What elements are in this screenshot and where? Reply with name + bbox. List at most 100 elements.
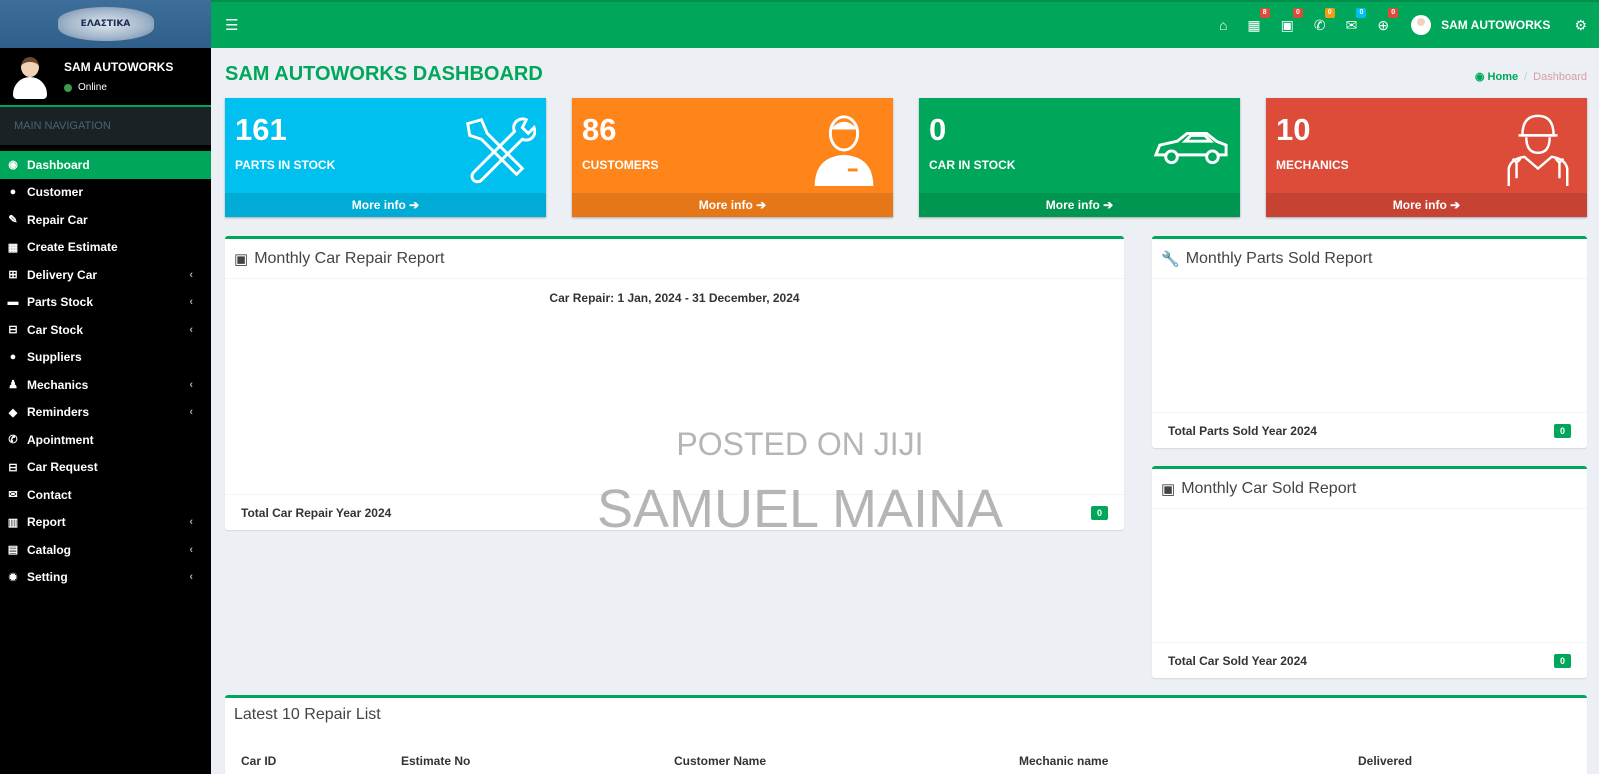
users-icon: ♟ (8, 379, 18, 392)
hamburger-menu-icon[interactable]: ☰ (225, 16, 238, 34)
more-info-link[interactable]: More info ➔ (225, 193, 546, 217)
parts-report-panel: 🔧 Monthly Parts Sold Report Total Parts S… (1152, 236, 1587, 448)
total-badge: 0 (1553, 653, 1571, 668)
calculator-icon: ▦ (7, 241, 19, 254)
sidebar-item-label: Suppliers (27, 350, 82, 365)
stat-label: CUSTOMERS (582, 158, 659, 172)
content: SAM AUTOWORKS DASHBOARD ◉ Home / Dashboard… (225, 48, 1587, 217)
nav-header: MAIN NAVIGATION (0, 107, 211, 145)
total-badge: 0 (1553, 423, 1571, 438)
chevron-left-icon: ‹ (189, 268, 193, 281)
top-icons: ⌂ ▦ 8 ▣ 0 ✆ 0 ✉ 0 ⊕ 0 SAM AUTOWORKS ⚙ (1209, 2, 1599, 48)
user-name: SAM AUTOWORKS (64, 60, 174, 74)
sidebar-item-reminders[interactable]: ◆ Reminders ‹ (0, 399, 211, 427)
sidebar-item-parts-stock[interactable]: ▬ Parts Stock ‹ (0, 289, 211, 317)
gear-icon: ✹ (8, 571, 18, 584)
column-header[interactable]: Mechanic name (1019, 754, 1108, 768)
sidebar-item-label: Create Estimate (27, 240, 118, 255)
user-icon: ● (9, 186, 17, 199)
sidebar-item-setting[interactable]: ✹ Setting ‹ (0, 564, 211, 592)
total-label: Total Car Sold Year 2024 (1168, 653, 1307, 668)
stat-value: 0 (929, 112, 947, 147)
sidebar-item-catalog[interactable]: ▤ Catalog ‹ (0, 536, 211, 564)
sidebar-item-label: Report (27, 515, 66, 530)
car-icon: ▣ (1161, 480, 1176, 498)
stat-label: MECHANICS (1276, 158, 1349, 172)
phone-badge: 0 (1324, 7, 1335, 18)
calculator-icon[interactable]: ▦ 8 (1247, 7, 1270, 34)
sidebar-item-car-stock[interactable]: ⊟ Car Stock ‹ (0, 316, 211, 344)
more-info-link[interactable]: More info ➔ (919, 193, 1240, 217)
column-header[interactable]: Estimate No (401, 754, 470, 768)
online-dot-icon (64, 83, 72, 92)
sidebar-menu: ◉ Dashboard ● Customer ✎ Repair Car ▦ Create Es… (0, 151, 211, 591)
brand-logo[interactable]: ΕΛΑΣΤΙΚΑ (0, 0, 211, 48)
sidebar-item-label: Dashboard (27, 157, 90, 172)
stat-value: 86 (582, 112, 617, 147)
wrench-icon: ✎ (8, 214, 18, 227)
car-stock-stat-box: 0 CAR IN STOCK More info ➔ (919, 98, 1240, 217)
car-icon: ⊟ (8, 461, 18, 474)
stat-value: 161 (235, 112, 287, 147)
home-icon[interactable]: ⌂ (1219, 17, 1227, 33)
sidebar-item-label: Apointment (27, 432, 94, 447)
sidebar-item-contact[interactable]: ✉ Contact (0, 481, 211, 509)
more-info-link[interactable]: More info ➔ (1266, 193, 1587, 217)
sidebar-item-customer[interactable]: ● Customer (0, 179, 211, 207)
envelope-icon[interactable]: ✉ 0 (1346, 7, 1367, 34)
car-sold-report-panel: ▣ Monthly Car Sold Report Total Car Sold … (1152, 466, 1587, 678)
sidebar-item-label: Catalog (27, 542, 72, 557)
top-user-menu[interactable]: SAM AUTOWORKS (1411, 15, 1550, 35)
sidebar-item-delivery-car[interactable]: ⊞ Delivery Car ‹ (0, 261, 211, 289)
sidebar-item-report[interactable]: ▥ Report ‹ (0, 509, 211, 537)
stat-value: 10 (1276, 112, 1311, 147)
sidebar-item-apointment[interactable]: ✆ Apointment (0, 426, 211, 454)
car-icon (1153, 131, 1228, 165)
cart-icon: ⊞ (8, 269, 18, 282)
stat-boxes: 161 PARTS IN STOCK More info ➔ 86 CUSTOM… (225, 98, 1587, 217)
sidebar-item-mechanics[interactable]: ♟ Mechanics ‹ (0, 371, 211, 399)
stat-label: CAR IN STOCK (929, 158, 1016, 172)
cart-badge: 0 (1388, 7, 1399, 18)
chevron-left-icon: ‹ (189, 571, 193, 584)
total-label: Total Car Repair Year 2024 (241, 505, 392, 520)
sidebar-item-car-request[interactable]: ⊟ Car Request (0, 454, 211, 482)
panel-title: Latest 10 Repair List (234, 706, 381, 723)
tools-icon (466, 117, 536, 184)
breadcrumb-home[interactable]: ◉ Home (1475, 71, 1518, 83)
chevron-left-icon: ‹ (189, 323, 193, 336)
status-label: Online (78, 82, 107, 93)
user-icon: ● (9, 351, 17, 364)
car-icon: ▣ (234, 250, 249, 268)
sidebar: ΕΛΑΣΤΙΚΑ SAM AUTOWORKS Online MAIN NAVIG… (0, 0, 211, 774)
phone-icon[interactable]: ✆ 0 (1314, 7, 1335, 34)
truck-icon: ▬ (7, 296, 19, 309)
car-badge: 0 (1292, 7, 1303, 18)
file-icon: ▤ (7, 544, 19, 557)
more-info-link[interactable]: More info ➔ (572, 193, 893, 217)
column-header[interactable]: Customer Name (674, 754, 766, 768)
panel-title: Monthly Parts Sold Report (1185, 249, 1373, 267)
sidebar-item-label: Setting (27, 570, 68, 585)
total-badge: 0 (1090, 505, 1108, 520)
column-header[interactable]: Car ID (241, 754, 276, 768)
sidebar-item-create-estimate[interactable]: ▦ Create Estimate (0, 234, 211, 262)
repair-report-panel: ▣ Monthly Car Repair Report Car Repair: 1… (225, 236, 1124, 530)
sidebar-item-repair-car[interactable]: ✎ Repair Car (0, 206, 211, 234)
repair-list-panel: Latest 10 Repair List Car ID Estimate No… (225, 695, 1587, 774)
sidebar-item-label: Car Request (27, 460, 98, 475)
sidebar-item-label: Car Stock (27, 322, 84, 337)
column-header[interactable]: Delivered (1358, 754, 1412, 768)
panel-title: Monthly Car Repair Report (254, 249, 445, 267)
customer-icon (814, 115, 874, 187)
sidebar-item-suppliers[interactable]: ● Suppliers (0, 344, 211, 372)
sidebar-item-label: Contact (27, 487, 72, 502)
car-icon[interactable]: ▣ 0 (1281, 7, 1303, 34)
top-user-name: SAM AUTOWORKS (1441, 18, 1551, 32)
phone-icon: ✆ (8, 434, 18, 447)
sidebar-item-dashboard[interactable]: ◉ Dashboard (0, 151, 211, 179)
gears-icon[interactable]: ⚙ (1574, 17, 1587, 34)
chevron-left-icon: ‹ (189, 296, 193, 309)
car-icon: ⊟ (8, 324, 18, 337)
cart-icon[interactable]: ⊕ 0 (1377, 7, 1399, 34)
